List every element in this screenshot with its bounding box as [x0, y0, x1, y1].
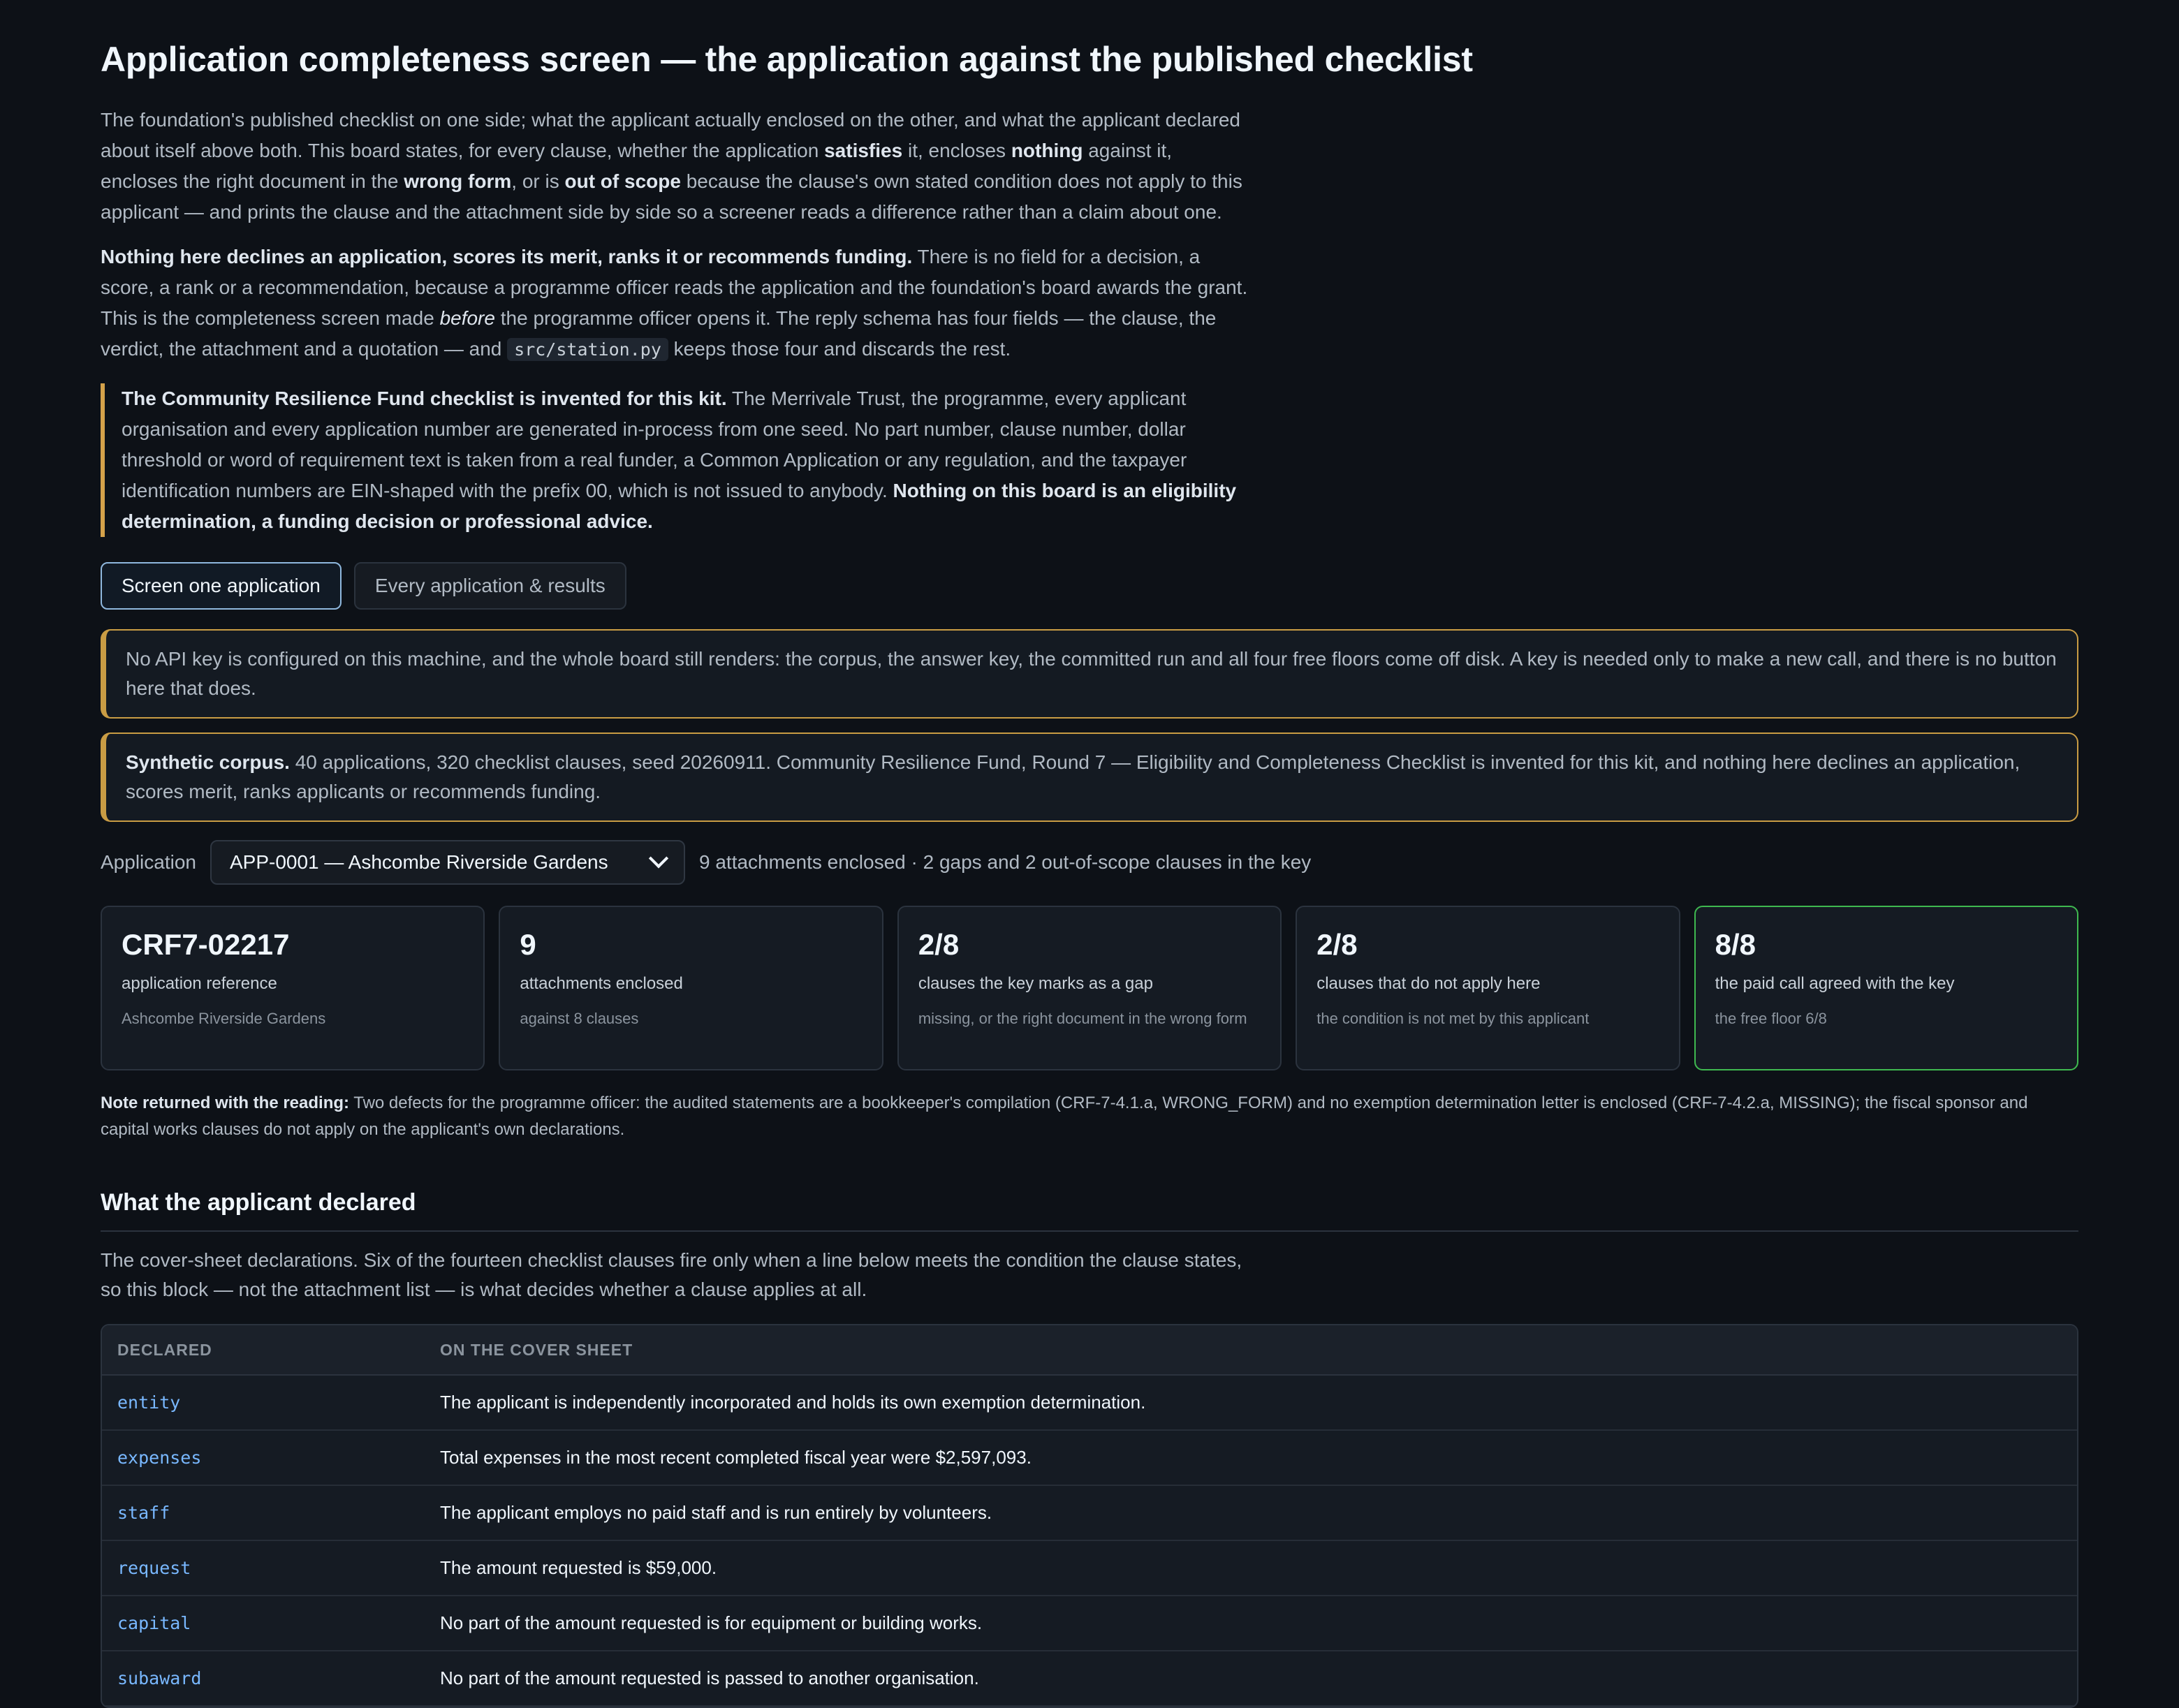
corpus-text: 40 applications, 320 checklist clauses, … [126, 751, 2020, 802]
card-subtext: against 8 clauses [520, 1010, 639, 1027]
card-caption: clauses the key marks as a gap [918, 974, 1153, 993]
card-subtext: Ashcombe Riverside Gardens [122, 1010, 326, 1027]
table-row: staff The applicant employs no paid staf… [102, 1486, 2077, 1541]
declared-heading: What the applicant declared [101, 1189, 2078, 1232]
disclaimer-bold: The Community Resilience Fund checklist … [122, 388, 727, 409]
card-application-reference: CRF7-02217 application reference Ashcomb… [101, 906, 485, 1070]
declared-value: The applicant employs no paid staff and … [440, 1502, 992, 1523]
table-header: Declared On the cover sheet [102, 1325, 2077, 1376]
api-key-notice: No API key is configured on this machine… [101, 629, 2078, 719]
summary-cards: CRF7-02217 application reference Ashcomb… [101, 906, 2079, 1070]
scope-bold: Nothing here declines an application, sc… [101, 246, 913, 267]
card-caption: application reference [122, 974, 277, 993]
card-value: 2/8 [1316, 928, 1358, 961]
intro-text: , or is [511, 170, 565, 192]
station-file-code: src/station.py [507, 338, 668, 361]
corpus-bold: Synthetic corpus. [126, 751, 290, 773]
scope-text: keeps those four and discards the rest. [668, 338, 1011, 360]
declared-value: The amount requested is $59,000. [440, 1557, 717, 1578]
table-row: entity The applicant is independently in… [102, 1376, 2077, 1431]
application-select[interactable]: APP-0001 — Ashcombe Riverside Gardens [210, 840, 685, 885]
chevron-down-icon [648, 848, 669, 869]
declared-key: subaward [117, 1668, 202, 1688]
card-value: CRF7-02217 [122, 928, 290, 961]
application-label: Application [101, 851, 196, 873]
view-tabs: Screen one application Every application… [101, 562, 2078, 610]
application-summary: 9 attachments enclosed · 2 gaps and 2 ou… [698, 851, 1312, 873]
scope-paragraph: Nothing here declines an application, sc… [101, 242, 1253, 365]
page: Application completeness screen — the ap… [101, 0, 2079, 1708]
reading-note: Note returned with the reading: Two defe… [101, 1090, 2078, 1143]
table-row: subaward No part of the amount requested… [102, 1651, 2077, 1707]
card-caption: attachments enclosed [520, 974, 683, 993]
column-header-declared: Declared [117, 1340, 212, 1359]
card-subtext: missing, or the right document in the wr… [918, 1010, 1247, 1027]
intro-bold-satisfies: satisfies [824, 140, 903, 161]
card-value: 8/8 [1715, 928, 1756, 961]
declared-key: staff [117, 1503, 170, 1523]
scope-italic: before [439, 307, 495, 329]
declared-key: entity [117, 1392, 181, 1413]
application-selector-row: Application APP-0001 — Ashcombe Riversid… [101, 840, 2078, 885]
declared-key: request [117, 1558, 191, 1578]
card-attachments-enclosed: 9 attachments enclosed against 8 clauses [499, 906, 883, 1070]
card-caption: the paid call agreed with the key [1715, 974, 1955, 993]
intro-bold-nothing: nothing [1011, 140, 1083, 161]
declared-value: Total expenses in the most recent comple… [440, 1447, 1032, 1468]
declarations-table: Declared On the cover sheet entity The a… [101, 1324, 2078, 1708]
page-title: Application completeness screen — the ap… [101, 40, 1473, 79]
tab-screen-one-application[interactable]: Screen one application [101, 562, 342, 610]
application-selected-value: APP-0001 — Ashcombe Riverside Gardens [229, 851, 608, 873]
declared-value: No part of the amount requested is for e… [440, 1612, 983, 1633]
column-header-cover-sheet: On the cover sheet [440, 1340, 633, 1359]
table-row: request The amount requested is $59,000. [102, 1541, 2077, 1596]
disclaimer-quote: The Community Resilience Fund checklist … [101, 383, 1260, 537]
card-gap-clauses: 2/8 clauses the key marks as a gap missi… [897, 906, 1282, 1070]
note-bold: Note returned with the reading: [101, 1094, 350, 1112]
card-subtext: the free floor 6/8 [1715, 1010, 1827, 1027]
synthetic-corpus-notice: Synthetic corpus. 40 applications, 320 c… [101, 732, 2078, 822]
card-value: 9 [520, 928, 536, 961]
declared-value: No part of the amount requested is passe… [440, 1667, 979, 1688]
table-row: capital No part of the amount requested … [102, 1596, 2077, 1651]
declared-key: expenses [117, 1448, 202, 1468]
note-text: Two defects for the programme officer: t… [101, 1094, 2028, 1139]
declared-intro: The cover-sheet declarations. Six of the… [101, 1249, 1242, 1300]
intro-bold-out-of-scope: out of scope [564, 170, 681, 192]
card-caption: clauses that do not apply here [1316, 974, 1541, 993]
table-row: expenses Total expenses in the most rece… [102, 1431, 2077, 1486]
card-value: 2/8 [918, 928, 960, 961]
declared-key: capital [117, 1613, 191, 1633]
intro-bold-wrong-form: wrong form [404, 170, 512, 192]
intro-paragraph: The foundation's published checklist on … [101, 105, 1253, 228]
card-not-applicable-clauses: 2/8 clauses that do not apply here the c… [1296, 906, 1680, 1070]
intro-text: it, encloses [902, 140, 1011, 161]
declared-value: The applicant is independently incorpora… [440, 1392, 1146, 1413]
card-subtext: the condition is not met by this applica… [1316, 1010, 1590, 1027]
tab-every-application-results[interactable]: Every application & results [353, 562, 626, 610]
card-paid-call-agreement: 8/8 the paid call agreed with the key th… [1694, 906, 2079, 1070]
